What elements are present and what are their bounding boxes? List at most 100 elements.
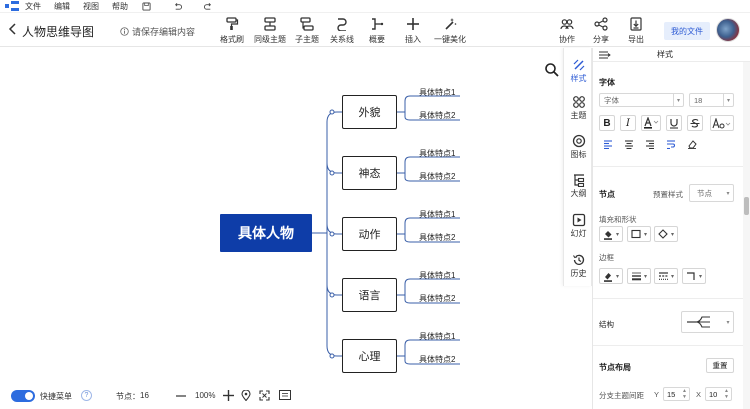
diamond-shape-icon <box>658 229 668 239</box>
leaf-node[interactable]: 具体特点2 <box>419 232 455 243</box>
border-style-button[interactable]: ▾ <box>654 268 678 284</box>
branch-node-psychology[interactable]: 心理 <box>342 339 397 373</box>
border-width-button[interactable]: ▾ <box>627 268 651 284</box>
x-label: X <box>696 390 702 399</box>
leaf-node[interactable]: 具体特点1 <box>419 270 455 281</box>
shape-button[interactable]: ▾ <box>627 226 651 242</box>
share-label: 分享 <box>593 35 609 44</box>
font-color-button[interactable] <box>641 115 661 131</box>
collapse-panel-icon[interactable] <box>599 51 611 59</box>
tab-theme[interactable]: 主题 <box>564 95 593 121</box>
fullscreen-icon[interactable] <box>279 390 291 400</box>
menu-help[interactable]: 帮助 <box>112 1 128 12</box>
border-color-icon <box>604 272 612 282</box>
border-label: 边框 <box>599 253 614 262</box>
preset-style-select[interactable]: 节点 ▾ <box>689 184 734 202</box>
underline-button[interactable] <box>666 115 682 131</box>
structure-label: 结构 <box>599 320 614 329</box>
menu-file[interactable]: 文件 <box>25 1 41 12</box>
node-count-label: 节点： <box>116 392 140 401</box>
search-icon[interactable] <box>543 61 561 79</box>
zoom-out-icon[interactable] <box>176 395 186 397</box>
align-left-button[interactable] <box>600 137 616 151</box>
node-count: 16 <box>140 391 149 400</box>
leaf-node[interactable]: 具体特点1 <box>419 87 455 98</box>
line-width-icon <box>632 272 641 281</box>
stepper-icon[interactable]: ▲ ▼ <box>682 388 687 400</box>
tab-icon[interactable]: 图标 <box>564 134 593 160</box>
y-spacing-input[interactable]: 15 ▲ ▼ <box>663 387 690 401</box>
border-color-button[interactable]: ▾ <box>599 268 623 284</box>
reset-layout-button[interactable]: 重置 <box>706 358 734 373</box>
font-family-select[interactable]: 字体 ▾ <box>599 93 684 107</box>
zoom-in-icon[interactable] <box>223 390 234 401</box>
menu-bar: 文件 编辑 视图 帮助 <box>0 0 750 13</box>
locate-icon[interactable] <box>241 390 251 401</box>
tab-style[interactable]: 样式 <box>564 54 593 88</box>
text-wrap-button[interactable] <box>663 137 679 151</box>
panel-scrollbar[interactable] <box>743 62 750 409</box>
leaf-node[interactable]: 具体特点2 <box>419 110 455 121</box>
mindmap-canvas[interactable]: 具体人物 外貌 神态 动作 语言 心理 具体特点1 具体特点2 具体特点1 具体… <box>0 48 590 382</box>
font-color-icon <box>644 117 659 129</box>
panel-scrollbar-thumb[interactable] <box>744 197 749 215</box>
menu-edit[interactable]: 编辑 <box>54 1 70 12</box>
quick-menu-toggle[interactable] <box>11 390 35 402</box>
root-node[interactable]: 具体人物 <box>220 214 312 252</box>
sub-topic-label: 子主题 <box>295 35 319 44</box>
leaf-node[interactable]: 具体特点1 <box>419 209 455 220</box>
insert-label: 插入 <box>405 35 421 44</box>
relation-line-label: 关系线 <box>330 35 354 44</box>
preset-style-label: 预置样式 <box>653 190 683 199</box>
y-spacing-value: 15 <box>667 389 676 399</box>
structure-select[interactable]: ▾ <box>681 311 734 333</box>
leaf-node[interactable]: 具体特点1 <box>419 148 455 159</box>
align-right-button[interactable] <box>642 137 658 151</box>
fill-color-button[interactable]: ▾ <box>599 226 623 242</box>
help-icon[interactable]: ? <box>81 390 92 401</box>
leaf-node[interactable]: 具体特点2 <box>419 293 455 304</box>
leaf-node[interactable]: 具体特点2 <box>419 354 455 365</box>
my-files-button[interactable]: 我的文件 <box>664 22 710 40</box>
bold-button[interactable]: B <box>599 115 615 131</box>
clear-format-button[interactable] <box>684 137 700 151</box>
leaf-node[interactable]: 具体特点2 <box>419 171 455 182</box>
align-center-button[interactable] <box>621 137 637 151</box>
branch-node-action[interactable]: 动作 <box>342 217 397 251</box>
stepper-icon[interactable]: ▲ ▼ <box>724 388 729 400</box>
node-shape-button[interactable]: ▾ <box>654 226 678 242</box>
rectangle-shape-icon <box>631 229 641 239</box>
text-case-button[interactable] <box>710 115 734 131</box>
tab-history[interactable]: 历史 <box>564 253 593 279</box>
branch-node-language[interactable]: 语言 <box>342 278 397 312</box>
branch-node-expression[interactable]: 神态 <box>342 156 397 190</box>
branch-node-appearance[interactable]: 外貌 <box>342 95 397 129</box>
avatar[interactable] <box>716 18 740 42</box>
tab-slides[interactable]: 幻灯 <box>564 213 593 239</box>
divider <box>593 345 743 346</box>
zoom-level: 100% <box>195 391 216 400</box>
x-spacing-value: 10 <box>709 389 718 399</box>
fit-screen-icon[interactable] <box>259 390 270 401</box>
document-title[interactable]: 人物思维导图 <box>22 23 94 40</box>
undo-icon[interactable] <box>173 2 182 11</box>
leaf-node[interactable]: 具体特点1 <box>419 331 455 342</box>
save-icon[interactable] <box>142 2 151 11</box>
strikethrough-button[interactable] <box>687 115 703 131</box>
toolbar: 人物思维导图 请保存编辑内容 格式刷 同级主题 子主题 关系线 概要 插入 一键… <box>0 13 750 47</box>
back-icon[interactable] <box>8 22 18 36</box>
italic-button[interactable]: I <box>620 115 636 131</box>
redo-icon[interactable] <box>204 2 213 11</box>
export-button[interactable]: 导出 <box>613 17 659 45</box>
tab-outline[interactable]: 大纲 <box>564 173 593 199</box>
beautify-button[interactable]: 一键美化 <box>427 17 473 45</box>
theme-icon <box>572 96 585 108</box>
menu-view[interactable]: 视图 <box>83 1 99 12</box>
preset-style-value: 节点 <box>697 188 712 198</box>
history-icon <box>572 254 584 265</box>
magic-wand-icon <box>445 18 457 30</box>
font-size-select[interactable]: 18 ▾ <box>689 93 734 107</box>
divider <box>593 166 743 167</box>
x-spacing-input[interactable]: 10 ▲ ▼ <box>705 387 732 401</box>
corner-style-button[interactable]: ▾ <box>682 268 706 284</box>
